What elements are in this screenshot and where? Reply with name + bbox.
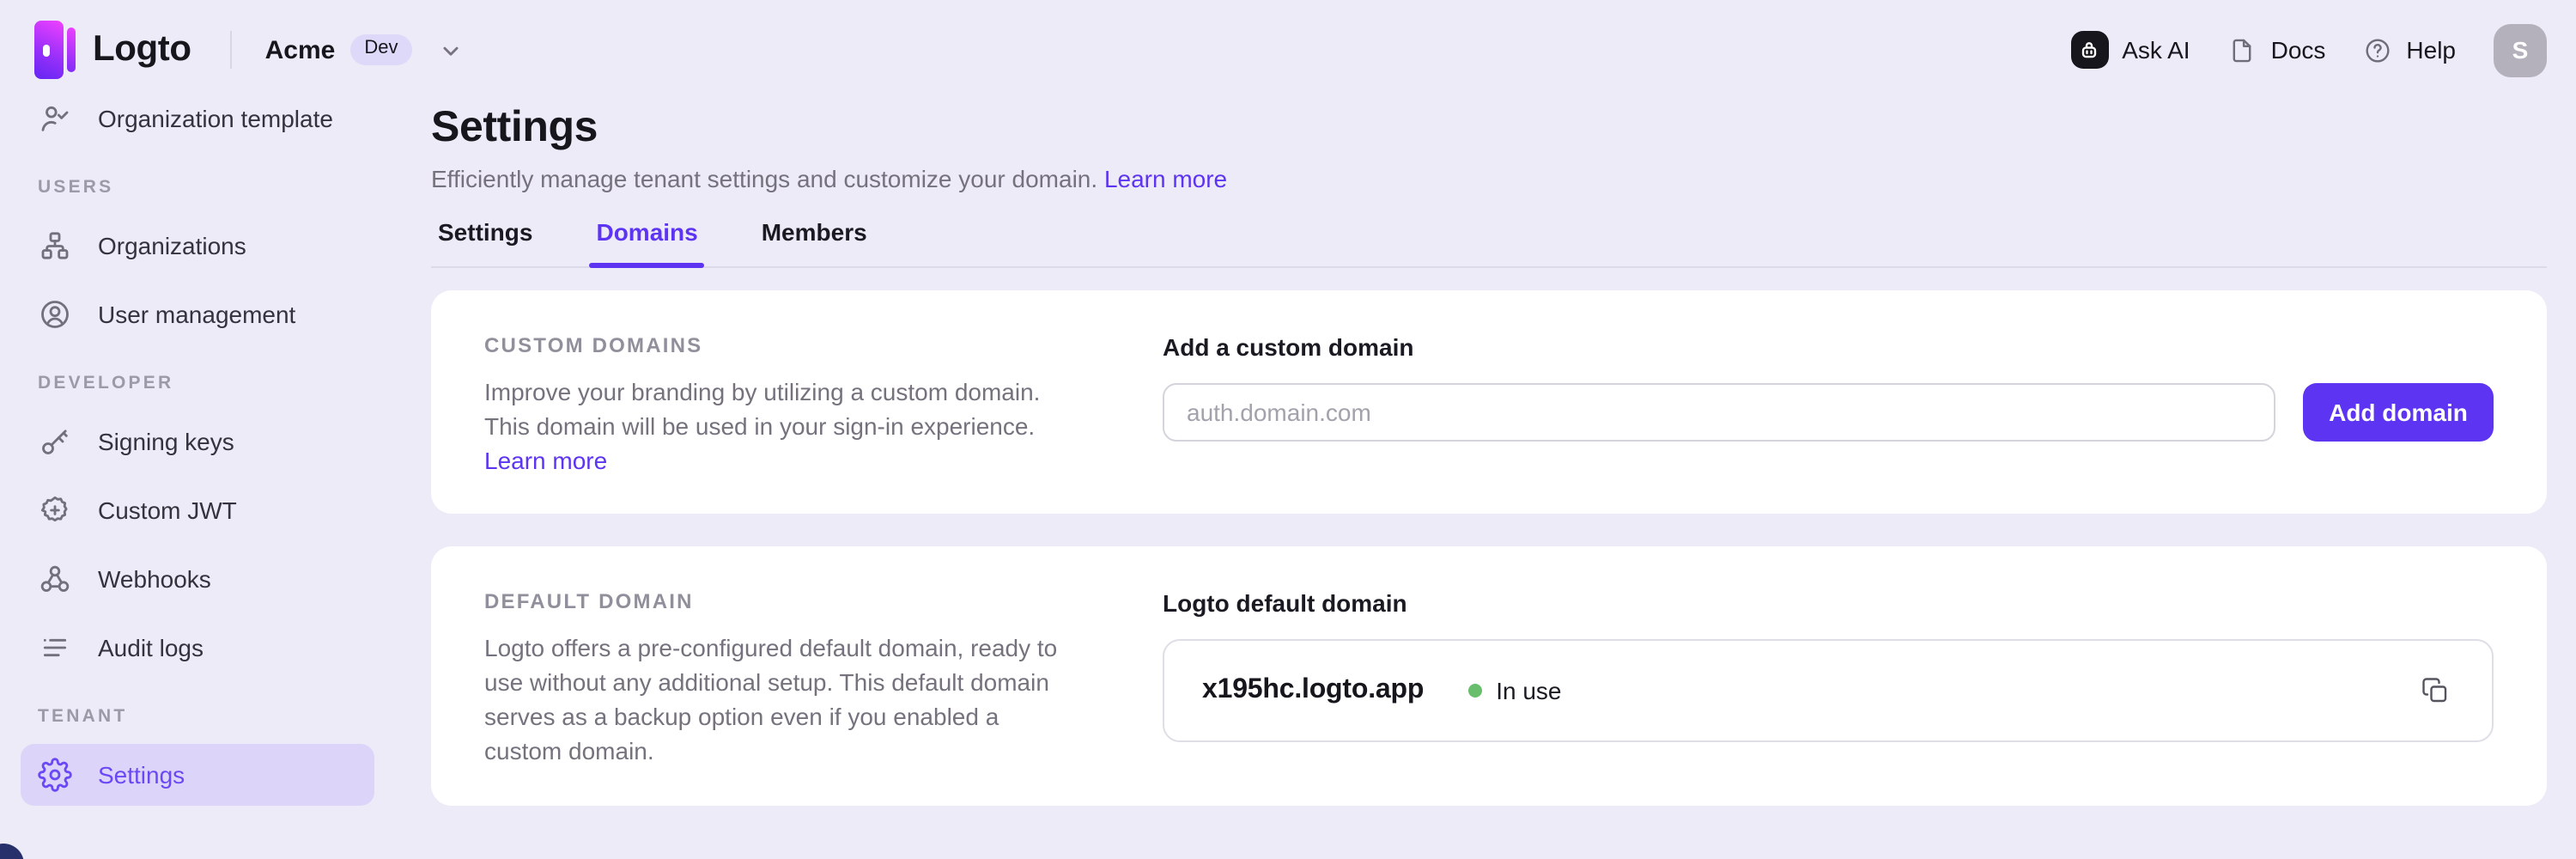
main-content: Settings Efficiently manage tenant setti… (431, 103, 2547, 806)
person-check-icon (38, 101, 72, 136)
topbar-divider (231, 31, 233, 69)
tenant-env-badge: Dev (350, 35, 411, 64)
ask-ai-button[interactable]: Ask AI (2070, 31, 2190, 69)
sidebar-item-user-management[interactable]: User management (21, 283, 374, 345)
status-dot-icon (1468, 684, 1482, 698)
logto-default-domain-label: Logto default domain (1163, 589, 2494, 617)
brand-name: Logto (93, 29, 191, 70)
sidebar-item-label: Organizations (98, 232, 246, 259)
sidebar: Organization template USERS Organization… (0, 88, 395, 813)
sidebar-item-label: User management (98, 301, 295, 328)
sidebar-item-label: Webhooks (98, 565, 211, 593)
tenant-name: Acme (265, 35, 336, 64)
custom-domains-card: CUSTOM DOMAINS Improve your branding by … (431, 290, 2547, 514)
tab-settings[interactable]: Settings (431, 218, 539, 266)
copy-icon[interactable] (2420, 675, 2451, 706)
user-circle-icon (38, 297, 72, 332)
page-subtitle: Efficiently manage tenant settings and c… (431, 165, 2547, 192)
default-domain-value: x195hc.logto.app (1202, 675, 1424, 706)
custom-domains-label: CUSTOM DOMAINS (484, 333, 1077, 357)
default-domain-panel: Logto default domain x195hc.logto.app In… (1163, 589, 2494, 763)
custom-domains-form: Add a custom domain Add domain (1163, 333, 2494, 471)
topbar-actions: Ask AI Docs Help S (2070, 23, 2547, 76)
tab-bar: Settings Domains Members (431, 218, 2547, 268)
custom-domains-learn-more-link[interactable]: Learn more (484, 447, 607, 474)
docs-label: Docs (2271, 36, 2326, 64)
document-icon (2228, 35, 2257, 64)
help-circle-icon (2363, 35, 2392, 64)
sidebar-section-tenant: TENANT (21, 696, 374, 737)
sidebar-item-label: Settings (98, 761, 185, 789)
domain-status: In use (1468, 677, 1561, 704)
page-title: Settings (431, 103, 2547, 153)
custom-domain-input[interactable] (1163, 383, 2275, 442)
default-domain-description: Logto offers a pre-configured default do… (484, 631, 1077, 768)
sidebar-item-organizations[interactable]: Organizations (21, 215, 374, 277)
sidebar-item-label: Organization template (98, 105, 333, 132)
help-button[interactable]: Help (2363, 35, 2456, 64)
custom-domains-description: Improve your branding by utilizing a cus… (484, 375, 1077, 478)
ask-ai-label: Ask AI (2122, 36, 2190, 64)
sidebar-item-audit-logs[interactable]: Audit logs (21, 617, 374, 679)
logto-logo-icon (34, 21, 76, 79)
org-chart-icon (38, 228, 72, 263)
sidebar-item-signing-keys[interactable]: Signing keys (21, 411, 374, 472)
chevron-down-icon[interactable] (435, 35, 465, 64)
sidebar-item-custom-jwt[interactable]: Custom JWT (21, 479, 374, 541)
ask-ai-icon (2070, 31, 2108, 69)
bottom-left-widget-peek[interactable] (0, 844, 24, 859)
add-custom-domain-label: Add a custom domain (1163, 333, 2494, 361)
default-domain-row: x195hc.logto.app In use (1163, 639, 2494, 742)
webhook-icon (38, 562, 72, 596)
seal-plus-icon (38, 493, 72, 527)
logto-brand: Logto (34, 21, 191, 79)
sidebar-section-users: USERS (21, 167, 374, 208)
sidebar-item-settings[interactable]: Settings (21, 744, 374, 806)
default-domain-info: DEFAULT DOMAIN Logto offers a pre-config… (484, 589, 1077, 763)
status-label: In use (1496, 677, 1561, 704)
subtitle-learn-more-link[interactable]: Learn more (1104, 165, 1227, 192)
default-domain-label: DEFAULT DOMAIN (484, 589, 1077, 613)
sidebar-item-label: Signing keys (98, 428, 234, 455)
page-subtitle-text: Efficiently manage tenant settings and c… (431, 165, 1097, 192)
sidebar-item-label: Audit logs (98, 634, 204, 661)
docs-button[interactable]: Docs (2228, 35, 2326, 64)
list-icon (38, 631, 72, 665)
help-label: Help (2406, 36, 2456, 64)
custom-domains-info: CUSTOM DOMAINS Improve your branding by … (484, 333, 1077, 471)
avatar-initial: S (2512, 36, 2529, 64)
tenant-selector[interactable]: Acme Dev (265, 35, 465, 64)
tab-members[interactable]: Members (755, 218, 874, 266)
key-icon (38, 424, 72, 459)
add-domain-button[interactable]: Add domain (2303, 383, 2494, 442)
topbar: Logto Acme Dev Ask AI Docs (0, 0, 2576, 100)
gear-icon (38, 758, 72, 792)
sidebar-item-organization-template[interactable]: Organization template (21, 88, 374, 149)
sidebar-item-webhooks[interactable]: Webhooks (21, 548, 374, 610)
sidebar-item-label: Custom JWT (98, 497, 237, 524)
tab-domains[interactable]: Domains (589, 218, 704, 266)
user-avatar[interactable]: S (2494, 23, 2547, 76)
default-domain-card: DEFAULT DOMAIN Logto offers a pre-config… (431, 546, 2547, 806)
app-window: Logto Acme Dev Ask AI Docs (0, 0, 2576, 859)
sidebar-section-developer: DEVELOPER (21, 362, 374, 404)
